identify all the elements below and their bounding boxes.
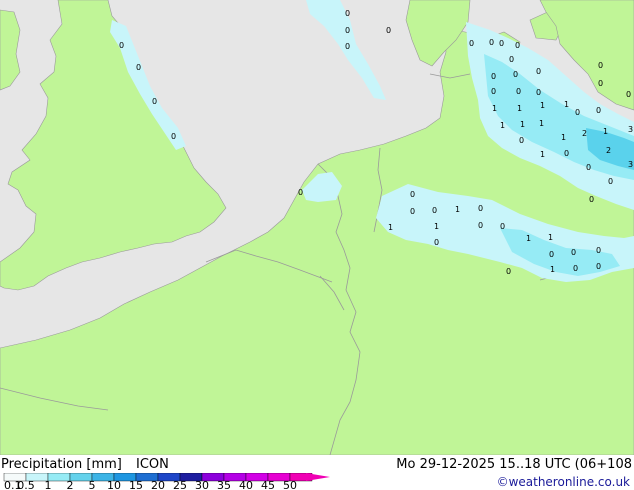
point-value: 0	[434, 238, 439, 247]
point-value: 1	[434, 222, 439, 231]
point-value: 0	[536, 67, 541, 76]
point-value: 0	[469, 39, 474, 48]
point-value: 1	[561, 133, 566, 142]
point-value: 0	[136, 63, 141, 72]
point-value: 1	[455, 205, 460, 214]
point-value: 0	[499, 39, 504, 48]
legend-arrow	[306, 473, 330, 481]
point-value: 0	[536, 88, 541, 97]
point-value: 1	[492, 104, 497, 113]
legend-tick-label: 25	[173, 479, 187, 490]
point-value: 1	[550, 265, 555, 274]
point-value: 3	[628, 125, 633, 134]
point-value: 0	[500, 222, 505, 231]
point-value: 0	[345, 26, 350, 35]
point-value: 0	[509, 55, 514, 64]
point-value: 2	[606, 146, 611, 155]
point-value: 1	[603, 127, 608, 136]
valid-time: Mo 29-12-2025 15..18 UTC (06+108	[396, 457, 632, 472]
point-value: 0	[575, 108, 580, 117]
legend-tick-label: 50	[283, 479, 297, 490]
legend-tick-label: 0.5	[17, 479, 35, 490]
point-value: 0	[573, 264, 578, 273]
point-value: 0	[152, 97, 157, 106]
point-value: 1	[540, 101, 545, 110]
legend-tick-label: 45	[261, 479, 275, 490]
model-name: ICON	[136, 457, 169, 472]
point-value: 0	[410, 190, 415, 199]
point-value: 1	[539, 119, 544, 128]
point-value: 0	[549, 250, 554, 259]
legend-tick-label: 30	[195, 479, 209, 490]
point-value: 0	[596, 106, 601, 115]
map-title: Precipitation [mm]	[1, 457, 122, 472]
legend-tick-label: 10	[107, 479, 121, 490]
point-value: 0	[171, 132, 176, 141]
point-value: 1	[548, 233, 553, 242]
legend-tick-label: 5	[89, 479, 96, 490]
point-value: 0	[586, 163, 591, 172]
point-value: 0	[506, 267, 511, 276]
point-value: 0	[298, 188, 303, 197]
point-value: 0	[119, 41, 124, 50]
point-value: 1	[564, 100, 569, 109]
point-value: 0	[515, 41, 520, 50]
point-value: 0	[519, 136, 524, 145]
precipitation-legend: 0.10.5 1 2 5 10 15 20 25 30 35 40 45 50	[3, 473, 330, 490]
point-value: 0	[345, 42, 350, 51]
point-value: 3	[628, 160, 633, 169]
point-value: 1	[520, 120, 525, 129]
legend-tick-label: 15	[129, 479, 143, 490]
legend-tick-label: 35	[217, 479, 231, 490]
point-value: 0	[564, 149, 569, 158]
point-value: 0	[489, 38, 494, 47]
point-value: 0	[345, 9, 350, 18]
legend-tick-label: 2	[67, 479, 74, 490]
point-value: 2	[582, 129, 587, 138]
point-value: 0	[410, 207, 415, 216]
legend-tick-label: 40	[239, 479, 253, 490]
point-value: 0	[596, 246, 601, 255]
point-value: 0	[386, 26, 391, 35]
point-value: 0	[589, 195, 594, 204]
point-value: 0	[571, 248, 576, 257]
point-value: 0	[596, 262, 601, 271]
legend-tick-label: 20	[151, 479, 165, 490]
legend-tick-label: 1	[45, 479, 52, 490]
point-value: 1	[388, 223, 393, 232]
point-value: 0	[491, 72, 496, 81]
point-value: 1	[500, 121, 505, 130]
point-value: 0	[478, 221, 483, 230]
point-value: 1	[526, 234, 531, 243]
point-value: 1	[540, 150, 545, 159]
point-value: 0	[608, 177, 613, 186]
point-value: 0	[478, 204, 483, 213]
credit-link[interactable]: ©weatheronline.co.uk	[497, 475, 630, 489]
precipitation-map: 0 0 0 0 0 0 0 0 0 0 0 0 0 0 0 0 0 0 0 0 …	[0, 0, 634, 455]
point-value: 0	[513, 70, 518, 79]
point-value: 0	[516, 87, 521, 96]
point-value: 0	[491, 87, 496, 96]
point-value: 0	[598, 79, 603, 88]
point-value: 1	[517, 104, 522, 113]
point-value: 0	[598, 61, 603, 70]
point-value: 0	[432, 206, 437, 215]
point-value: 0	[626, 90, 631, 99]
